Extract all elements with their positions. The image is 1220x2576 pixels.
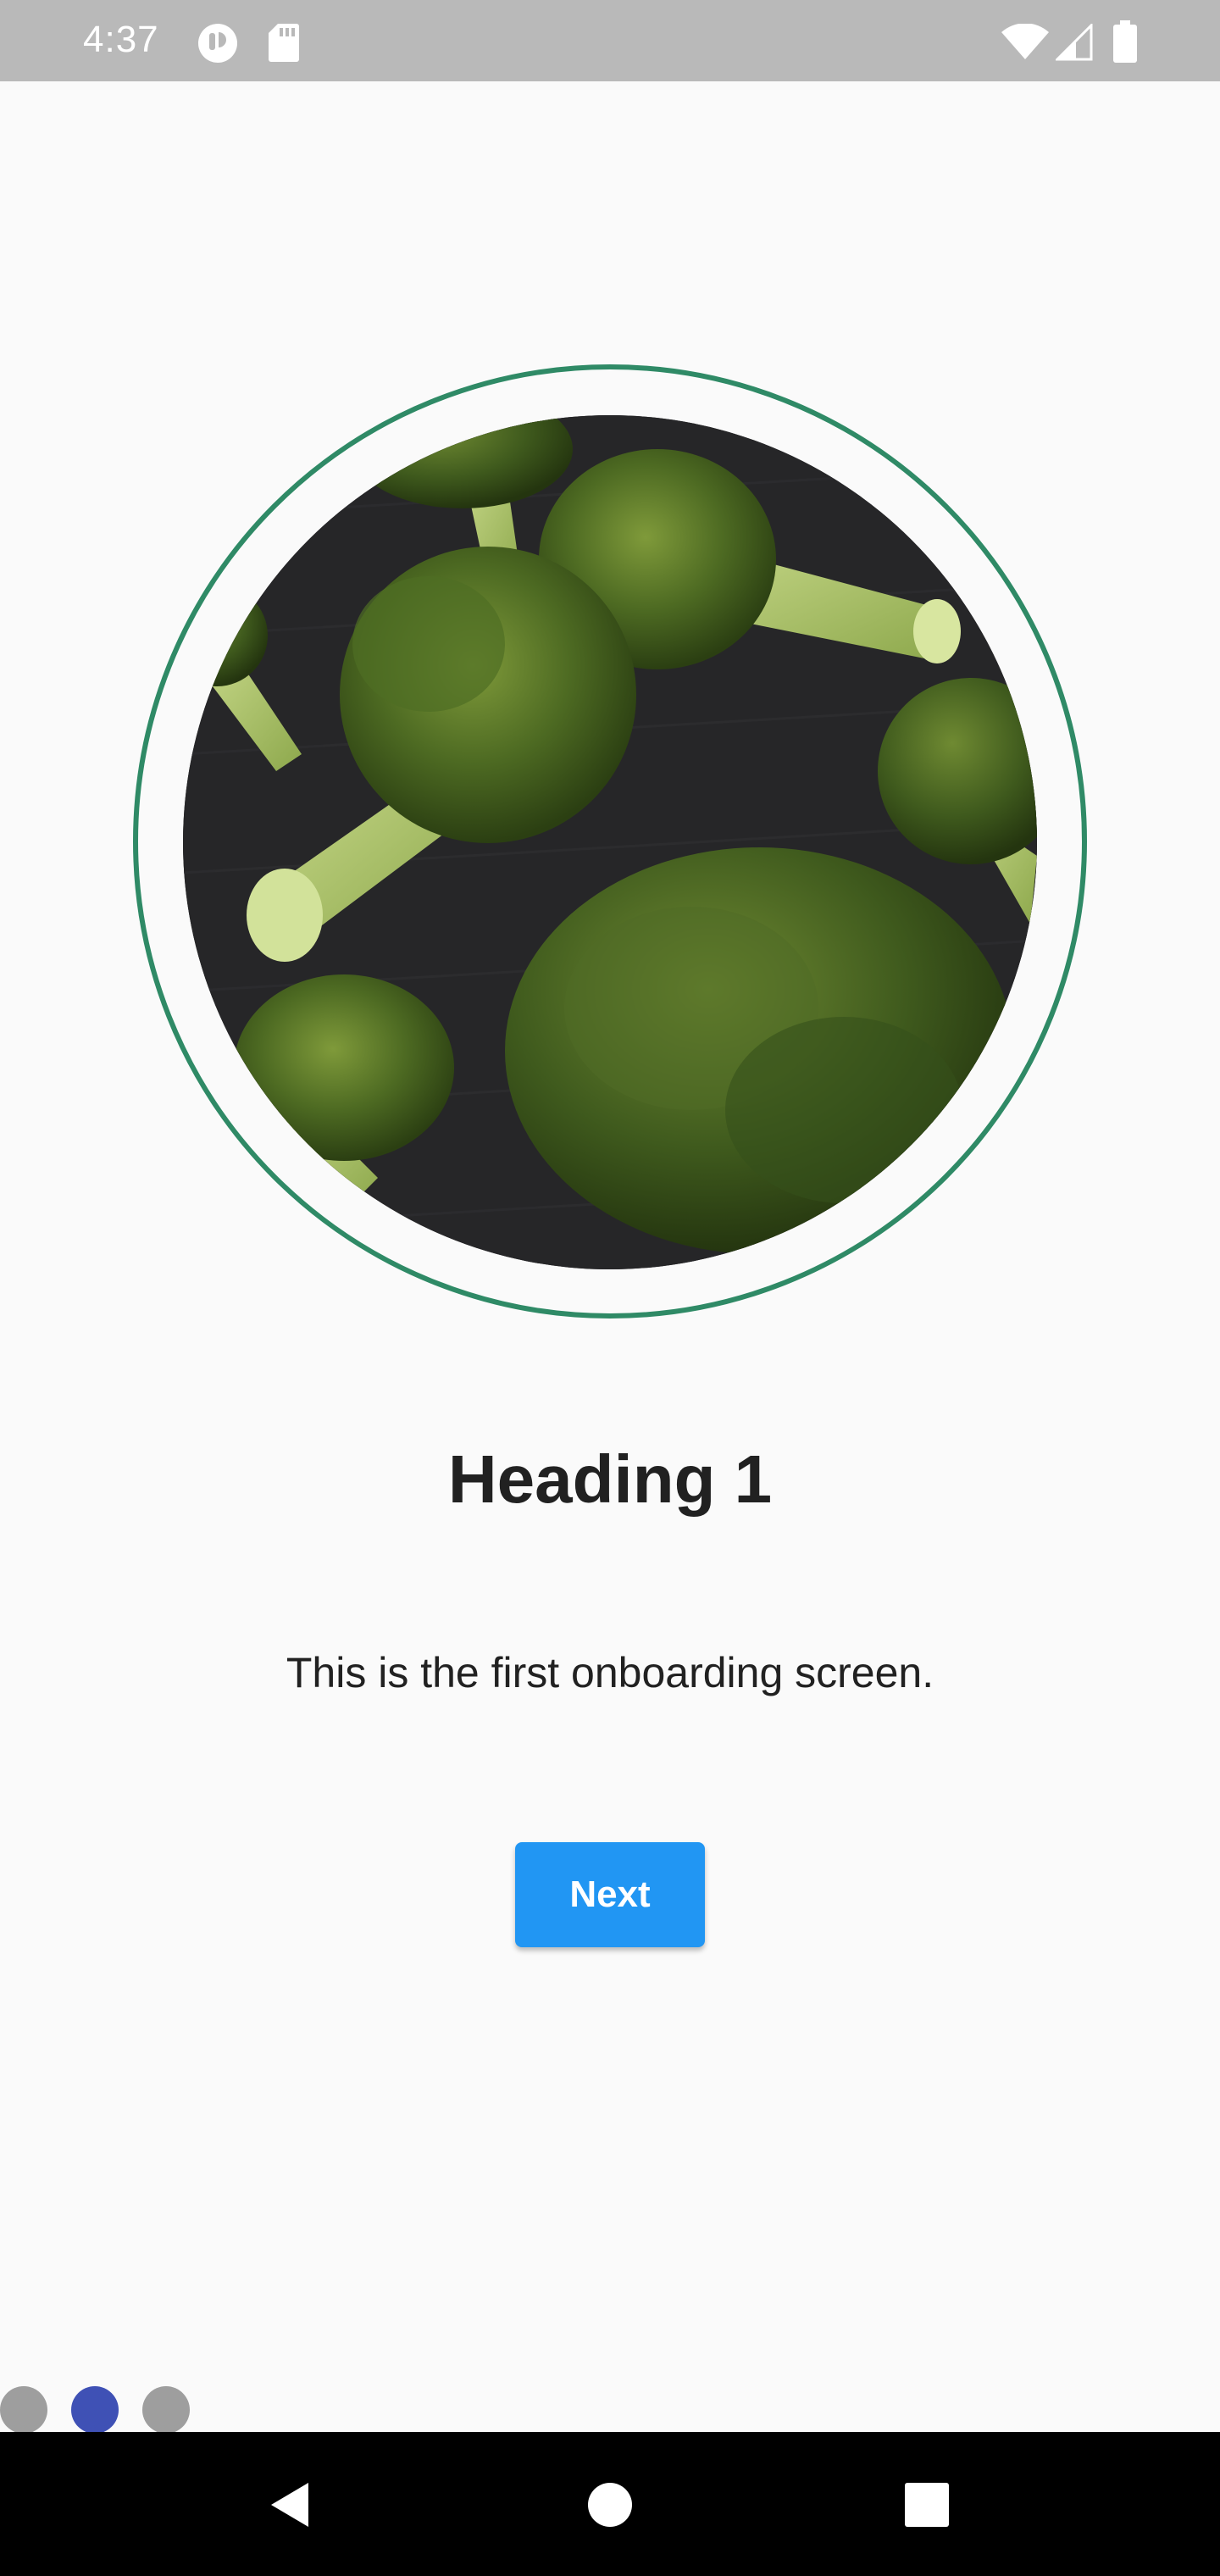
onboarding-heading: Heading 1 — [447, 1441, 773, 1517]
page-dot-3[interactable] — [142, 2386, 190, 2434]
broccoli-image — [183, 415, 1037, 1269]
sd-card-icon — [268, 22, 300, 67]
recents-icon[interactable] — [895, 2473, 959, 2537]
wifi-icon — [1000, 23, 1051, 65]
back-icon[interactable] — [259, 2473, 324, 2537]
next-button[interactable]: Next — [515, 1842, 705, 1947]
notification-app-icon — [197, 22, 239, 69]
page-dot-1[interactable] — [0, 2386, 47, 2434]
home-icon[interactable] — [578, 2473, 642, 2537]
status-bar: 4:37 — [0, 0, 1220, 81]
cellular-signal-icon — [1054, 22, 1093, 65]
battery-icon — [1113, 20, 1137, 67]
page-dot-2-active[interactable] — [71, 2386, 119, 2434]
status-time: 4:37 — [83, 19, 159, 60]
onboarding-description: This is the first onboarding screen. — [286, 1649, 934, 1696]
